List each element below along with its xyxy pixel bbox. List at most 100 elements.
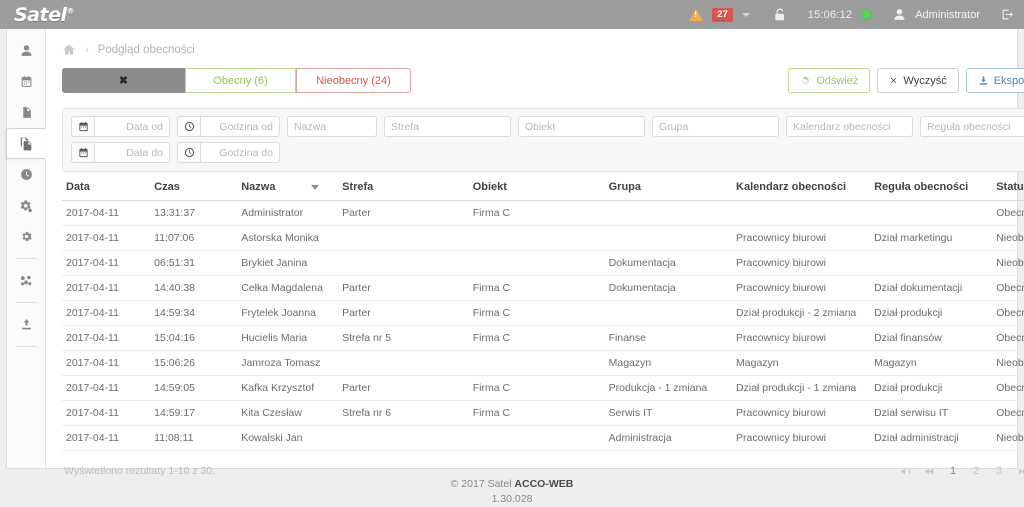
- toolbar-buttons: Odśwież Wyczyść Eksport: [788, 68, 1024, 93]
- alert-count-badge[interactable]: 27: [712, 7, 733, 22]
- cell-data: 2017-04-11: [62, 325, 151, 351]
- home-icon[interactable]: [62, 43, 76, 57]
- sidebar-item-presence[interactable]: [6, 128, 46, 159]
- cell-status: Nieobecny: [992, 225, 1024, 251]
- calendar-icon[interactable]: [71, 116, 94, 137]
- user-icon: [893, 8, 906, 21]
- green-status-dot: [861, 9, 873, 20]
- col-header-kalendarz[interactable]: Kalendarz obecności: [732, 181, 871, 201]
- col-header-status[interactable]: Status: [992, 181, 1024, 201]
- close-icon: [889, 76, 898, 85]
- date-to-group: [71, 142, 170, 163]
- export-button[interactable]: Eksport: [965, 68, 1024, 93]
- date-to-input[interactable]: [94, 142, 170, 163]
- sidebar-item-users[interactable]: [7, 35, 46, 66]
- sidebar-item-configuration[interactable]: [7, 190, 46, 221]
- col-header-data[interactable]: Data: [62, 181, 151, 201]
- date-from-input[interactable]: [94, 116, 170, 137]
- cell-kalendarz: Pracownicy biurowi: [732, 400, 871, 426]
- logout-icon[interactable]: [1001, 8, 1014, 21]
- filter-absent-button[interactable]: Nieobecny (24): [296, 68, 411, 93]
- table-row[interactable]: 2017-04-11 14:59:17 Kita Czesław Strefa nr …: [62, 400, 1024, 426]
- footer: © 2017 Satel ACCO-WEB 1.30.028: [0, 471, 1024, 505]
- col-header-strefa[interactable]: Strefa: [338, 181, 469, 201]
- time-from-input[interactable]: [200, 116, 280, 137]
- grupa-filter-input[interactable]: [652, 116, 779, 137]
- unlocked-padlock-icon[interactable]: [773, 8, 787, 22]
- cell-grupa: [604, 200, 733, 226]
- cell-data: 2017-04-11: [62, 375, 151, 401]
- cell-grupa: Produkcja - 1 zmiana: [604, 375, 733, 401]
- cell-nazwa: Kafka Krzysztof: [237, 375, 339, 401]
- cell-strefa: [338, 250, 469, 276]
- table-row[interactable]: 2017-04-11 06:51:31 Brykiet Janina Dokument…: [62, 250, 1024, 276]
- cell-strefa: Strefa nr 6: [338, 400, 469, 426]
- refresh-button[interactable]: Odśwież: [788, 68, 871, 93]
- calendar-icon[interactable]: [71, 142, 94, 163]
- cell-data: 2017-04-11: [62, 225, 151, 251]
- app-shell: › Podgląd obecności ✖ Obecny (6) Nieobec…: [6, 29, 1024, 477]
- sidebar-divider: [15, 302, 37, 303]
- sidebar-item-import[interactable]: [7, 309, 46, 340]
- table-row[interactable]: 2017-04-11 11:08:11 Kowalski Jan Administra…: [62, 425, 1024, 451]
- col-header-obiekt[interactable]: Obiekt: [468, 181, 605, 201]
- cell-czas: 15:04:16: [150, 325, 238, 351]
- col-header-grupa[interactable]: Grupa: [604, 181, 733, 201]
- cell-obiekt: Firma C: [468, 275, 605, 301]
- cell-status: Obecny: [992, 400, 1024, 426]
- col-header-nazwa-label: Nazwa: [241, 181, 276, 193]
- cell-obiekt: [468, 250, 605, 276]
- cell-regula: Dział administracji: [870, 425, 993, 451]
- cell-grupa: [604, 300, 733, 326]
- cell-nazwa: Hucielis Maria: [237, 325, 339, 351]
- col-header-nazwa[interactable]: Nazwa: [237, 181, 339, 201]
- sidebar-item-history[interactable]: [7, 159, 46, 190]
- table-row[interactable]: 2017-04-11 14:59:34 Frytelek Joanna Parter F…: [62, 300, 1024, 326]
- col-header-regula[interactable]: Reguła obecności: [870, 181, 993, 201]
- main-content: › Podgląd obecności ✖ Obecny (6) Nieobec…: [46, 29, 1024, 477]
- clear-label: Wyczyść: [903, 74, 947, 87]
- warning-triangle-icon[interactable]: [689, 8, 704, 21]
- sidebar-item-network[interactable]: [7, 265, 46, 296]
- table-row[interactable]: 2017-04-11 15:04:16 Hucielis Maria Strefa n…: [62, 325, 1024, 351]
- clear-button[interactable]: Wyczyść: [877, 68, 959, 93]
- kalendarz-filter-input[interactable]: [786, 116, 913, 137]
- time-from-group: [177, 116, 280, 137]
- chevron-down-icon[interactable]: [741, 12, 750, 17]
- time-to-input[interactable]: [200, 142, 280, 163]
- sidebar-item-calendar[interactable]: [7, 66, 46, 97]
- cell-czas: 06:51:31: [150, 250, 238, 276]
- table-row[interactable]: 2017-04-11 11:07:06 Astorska Monika Pracown…: [62, 225, 1024, 251]
- cell-status: Nieobecny: [992, 425, 1024, 451]
- table-row[interactable]: 2017-04-11 14:59:05 Kafka Krzysztof Parter F…: [62, 375, 1024, 401]
- table-body: 2017-04-11 13:31:37 Administrator Parter Fir…: [62, 200, 1024, 451]
- clear-status-filter-button[interactable]: ✖: [62, 68, 185, 93]
- cell-strefa: [338, 350, 469, 376]
- table-row[interactable]: 2017-04-11 14:40:38 Cełka Magdalena Parter F…: [62, 275, 1024, 301]
- sidebar-item-reports[interactable]: [7, 97, 46, 128]
- strefa-filter-input[interactable]: [384, 116, 511, 137]
- table-row[interactable]: 2017-04-11 15:06:26 Jamroza Tomasz Magazyn M…: [62, 350, 1024, 376]
- cell-status: Obecny: [992, 200, 1024, 226]
- cell-kalendarz: Dział produkcji - 2 zmiana: [732, 300, 871, 326]
- cell-nazwa: Administrator: [237, 200, 339, 226]
- cell-regula: Dział produkcji: [870, 375, 993, 401]
- status-filter-segmented-control: ✖ Obecny (6) Nieobecny (24): [62, 68, 411, 93]
- download-icon: [978, 75, 989, 86]
- nazwa-filter-input[interactable]: [287, 116, 377, 137]
- table-row[interactable]: 2017-04-11 13:31:37 Administrator Parter Fir…: [62, 200, 1024, 226]
- clock-icon[interactable]: [177, 116, 200, 137]
- clock-icon[interactable]: [177, 142, 200, 163]
- col-header-czas[interactable]: Czas: [150, 181, 238, 201]
- user-name-label[interactable]: Administrator: [915, 9, 980, 21]
- cell-nazwa: Astorska Monika: [237, 225, 339, 251]
- clock-time: 15:06:12: [807, 8, 853, 21]
- cell-grupa: Dokumentacja: [604, 250, 733, 276]
- obiekt-filter-input[interactable]: [518, 116, 645, 137]
- cell-kalendarz: Pracownicy biurowi: [732, 250, 871, 276]
- sidebar-item-settings[interactable]: [7, 221, 46, 252]
- regula-filter-input[interactable]: [920, 116, 1024, 137]
- cell-nazwa: Cełka Magdalena: [237, 275, 339, 301]
- cell-grupa: Serwis IT: [604, 400, 733, 426]
- filter-present-button[interactable]: Obecny (6): [185, 68, 296, 93]
